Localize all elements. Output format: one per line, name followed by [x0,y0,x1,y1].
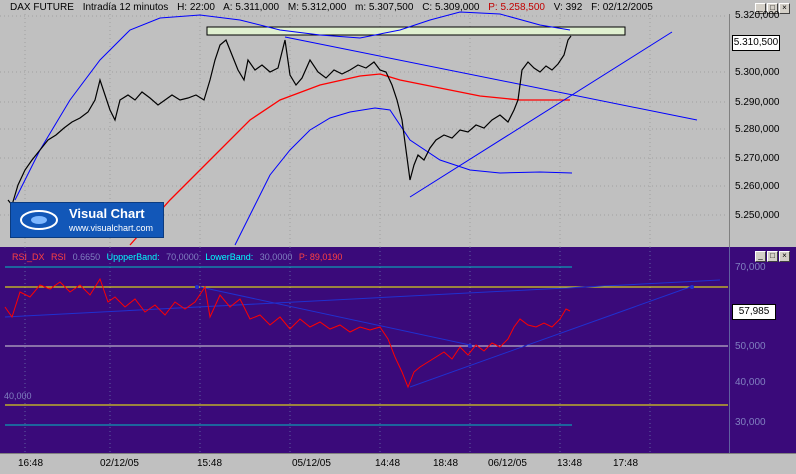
rsi-indicator-label: RSI_DX [12,252,45,262]
time-tick-label: 15:48 [197,458,223,469]
upper-band-value: 70,0000 [166,252,199,262]
rsi-maximize-icon[interactable]: □ [767,251,778,262]
rsi-tick-label: 50,000 [735,341,766,352]
rsi-panel[interactable]: _ □ × 70,000 50,000 40,000 30,000 40,000 [0,247,796,453]
rsi-value: 0.6650 [72,252,101,262]
rsi-line [4,277,571,389]
visualchart-logo: Visual Chart www.visualchart.com [10,202,164,238]
time-tick-label: 05/12/05 [292,458,331,469]
lower-band-value: 30,0000 [259,252,293,262]
rsi-close-icon[interactable]: × [779,251,790,262]
upper-band-label: UppperBand: [106,252,160,262]
time-tick-label: 06/12/05 [488,458,527,469]
rsi-trendline-down [199,286,471,346]
time-tick-label: 13:48 [557,458,583,469]
rsi-header: RSI_DX RSI 0.6650 UppperBand: 70,0000 Lo… [12,252,346,262]
rsi-minimize-icon[interactable]: _ [755,251,766,262]
time-tick-label: 17:48 [613,458,639,469]
price-chart-panel[interactable]: DAX FUTURE Intradía 12 minutos H: 22:00 … [0,0,796,247]
price-tick-label: 5.250,000 [735,210,780,221]
logo-url: www.visualchart.com [69,223,154,233]
price-tick-label: 5.300,000 [735,67,780,78]
price-tick-label: 5.260,000 [735,181,780,192]
rsi-name: RSI [51,252,67,262]
time-tick-label: 02/12/05 [100,458,139,469]
rsi-current-tag: 57,985 [732,304,776,320]
rsi-trendline-up2 [409,286,691,388]
price-tick-label: 5.290,000 [735,97,780,108]
current-price-tag: 5.310,500 [732,35,780,51]
logo-title: Visual Chart [69,206,145,221]
lower-band-label: LowerBand: [205,252,254,262]
moving-average [129,73,570,246]
price-tick-label: 5.320,000 [735,10,780,21]
rsi-chart-svg [4,247,728,453]
rsi-tick-label: 30,000 [735,417,766,428]
rsi-tick-label: 40,000 [735,377,766,388]
rsi-window-controls: _ □ × [755,251,790,262]
price-series [7,35,572,207]
time-tick-label: 14:48 [375,458,401,469]
price-tick-label: 5.280,000 [735,124,780,135]
resistance-box [206,26,626,36]
logo-swirl-icon [20,210,58,230]
rsi-p-value: P: 89,0190 [298,252,343,262]
time-axis: 16:48 02/12/05 15:48 05/12/05 14:48 18:48 06/1… [0,453,796,474]
price-tick-label: 5.270,000 [735,153,780,164]
time-tick-label: 18:48 [433,458,459,469]
time-tick-label: 16:48 [18,458,44,469]
rsi-left-label: 40,000 [4,391,32,401]
rsi-tick-label: 70,000 [735,262,766,273]
